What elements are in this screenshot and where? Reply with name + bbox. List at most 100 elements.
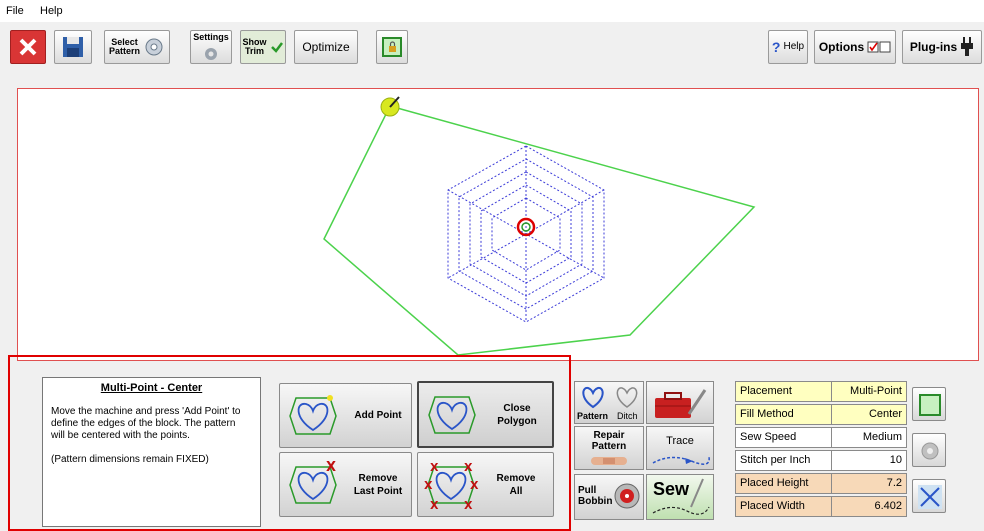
- property-value[interactable]: 6.402: [832, 497, 906, 516]
- add-point-label: Add Point: [354, 410, 402, 421]
- instructions-text: Move the machine and press 'Add Point' t…: [51, 406, 241, 441]
- settings-button[interactable]: Settings: [190, 30, 232, 64]
- save-icon: [63, 37, 83, 57]
- pattern-preview: [323, 96, 756, 356]
- menu-help[interactable]: Help: [40, 5, 63, 17]
- property-row: Stitch per Inch 10: [735, 450, 907, 471]
- instructions-title: Multi-Point - Center: [100, 382, 203, 394]
- show-trim-label-2: Trim: [244, 46, 264, 56]
- property-label: Sew Speed: [736, 428, 832, 447]
- svg-text:X: X: [424, 479, 433, 492]
- select-pattern-button[interactable]: Select Pattern: [104, 30, 170, 64]
- property-value[interactable]: Medium: [832, 428, 906, 447]
- close-polygon-label-1: Close: [503, 402, 531, 414]
- expand-arrows-icon: [918, 485, 942, 509]
- toolbox-icon: [655, 389, 707, 418]
- property-label: Placed Height: [736, 474, 832, 493]
- trace-path-icon: [652, 456, 710, 465]
- property-label: Placement: [736, 382, 832, 401]
- remove-all-icon: X XX XX X: [424, 461, 479, 511]
- svg-text:X: X: [430, 499, 439, 511]
- add-point-button[interactable]: Add Point: [279, 383, 412, 448]
- trace-label: Trace: [666, 435, 694, 447]
- settings-gear-button[interactable]: [912, 433, 946, 467]
- gear-icon: [921, 442, 939, 460]
- lock-frame-icon: [382, 37, 402, 57]
- select-pattern-label-2: Pattern: [108, 46, 140, 56]
- toolbox-button[interactable]: [646, 381, 714, 424]
- help-button[interactable]: ? Help: [768, 30, 808, 64]
- remove-last-point-button[interactable]: X Remove Last Point: [279, 452, 412, 517]
- gear-icon: [205, 48, 217, 60]
- property-row: Placed Height 7.2: [735, 473, 907, 494]
- frame-toggle-button[interactable]: [912, 387, 946, 421]
- plug-icon: [961, 37, 974, 56]
- needle-thread-icon: [652, 478, 710, 515]
- lock-button[interactable]: [376, 30, 408, 64]
- remove-all-button[interactable]: XXX XXX Remove All: [417, 452, 554, 517]
- resize-button[interactable]: [912, 479, 946, 513]
- checkmark-icon: [270, 42, 283, 53]
- save-button[interactable]: [54, 30, 92, 64]
- ditch-label: Ditch: [617, 411, 638, 421]
- plugins-button[interactable]: Plug-ins: [902, 30, 982, 64]
- remove-all-label-2: All: [509, 485, 523, 497]
- instructions-note: (Pattern dimensions remain FIXED): [51, 454, 209, 465]
- toolbar: Select Pattern Settings Show Trim Optimize…: [0, 22, 984, 78]
- sew-button[interactable]: Sew: [646, 474, 714, 520]
- repair-label-1: Repair: [593, 430, 625, 441]
- close-icon: [19, 38, 37, 56]
- property-label: Stitch per Inch: [736, 451, 832, 470]
- property-value[interactable]: 10: [832, 451, 906, 470]
- sewing-canvas[interactable]: [17, 88, 979, 361]
- pull-bobbin-label-1: Pull: [578, 485, 597, 496]
- svg-text:X: X: [326, 460, 336, 475]
- svg-text:X: X: [470, 479, 479, 492]
- optimize-button[interactable]: Optimize: [294, 30, 358, 64]
- close-button[interactable]: [10, 30, 46, 64]
- close-polygon-label-2: Polygon: [497, 415, 537, 427]
- add-point-icon: [289, 395, 337, 435]
- remove-last-label-1: Remove: [358, 472, 398, 484]
- property-value[interactable]: 7.2: [832, 474, 906, 493]
- property-row: Fill Method Center: [735, 404, 907, 425]
- property-row: Sew Speed Medium: [735, 427, 907, 448]
- options-label: Options: [818, 40, 865, 54]
- property-label: Placed Width: [736, 497, 832, 516]
- close-polygon-icon: [428, 396, 476, 434]
- property-label: Fill Method: [736, 405, 832, 424]
- plugins-label: Plug-ins: [909, 40, 958, 54]
- remove-last-label-2: Last Point: [353, 485, 403, 497]
- property-value[interactable]: Multi-Point: [832, 382, 906, 401]
- bobbin-icon: [614, 483, 640, 509]
- close-polygon-button[interactable]: Close Polygon: [417, 381, 554, 448]
- bandage-icon: [591, 457, 627, 465]
- pull-bobbin-button[interactable]: Pull Bobbin: [574, 474, 644, 520]
- property-value[interactable]: Center: [832, 405, 906, 424]
- green-square-icon: [919, 394, 941, 416]
- remove-last-point-icon: X: [289, 460, 337, 504]
- options-button[interactable]: Options: [814, 30, 896, 64]
- svg-text:X: X: [464, 499, 473, 511]
- question-icon: ?: [771, 39, 781, 55]
- pattern-reel-icon: [145, 38, 163, 56]
- show-trim-toggle[interactable]: Show Trim: [240, 30, 286, 64]
- pattern-label: Pattern: [577, 411, 609, 421]
- checkbox-icons: [867, 41, 891, 53]
- instructions-box: Multi-Point - Center Move the machine an…: [42, 377, 261, 527]
- settings-label: Settings: [193, 32, 229, 42]
- trace-button[interactable]: Trace: [646, 426, 714, 470]
- help-label: Help: [783, 41, 805, 52]
- menu-bar: File Help: [0, 0, 984, 22]
- svg-text:X: X: [464, 461, 473, 474]
- pull-bobbin-label-2: Bobbin: [578, 496, 613, 507]
- repair-label-2: Pattern: [591, 441, 627, 452]
- heart-outline-icons: [582, 387, 638, 409]
- menu-file[interactable]: File: [6, 5, 24, 17]
- property-row: Placed Width 6.402: [735, 496, 907, 517]
- remove-all-label-1: Remove: [496, 472, 536, 484]
- repair-pattern-button[interactable]: Repair Pattern: [574, 426, 644, 470]
- block-polygon: [323, 105, 756, 356]
- pattern-ditch-toggle[interactable]: Pattern Ditch: [574, 381, 644, 424]
- svg-text:X: X: [430, 461, 439, 474]
